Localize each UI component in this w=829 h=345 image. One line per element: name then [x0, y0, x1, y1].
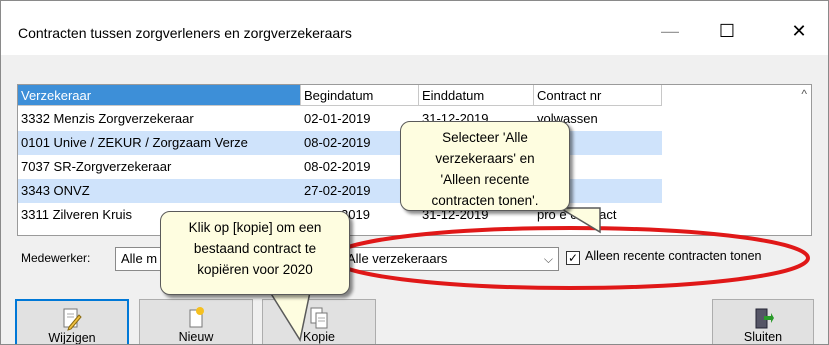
callout-top-line: verzekeraars' en [435, 151, 535, 166]
callout-top-line: 'Alleen recente [440, 172, 530, 187]
highlight-ellipse [330, 226, 810, 290]
instruction-callout-bottom: Klik op [kopie] om een bestaand contract… [160, 211, 350, 295]
callout-top-line: Selecteer 'Alle [442, 130, 528, 145]
callout-pointer-bottom [268, 291, 311, 342]
callout-top-line: contracten tonen'. [431, 193, 539, 208]
callout-bottom-line: kopiëren voor 2020 [197, 262, 313, 277]
callout-bottom-line: bestaand contract te [193, 241, 317, 256]
callout-bottom-line: Klik op [kopie] om een [188, 220, 322, 235]
instruction-callout-top: Selecteer 'Alle verzekeraars' en 'Alleen… [400, 121, 570, 211]
